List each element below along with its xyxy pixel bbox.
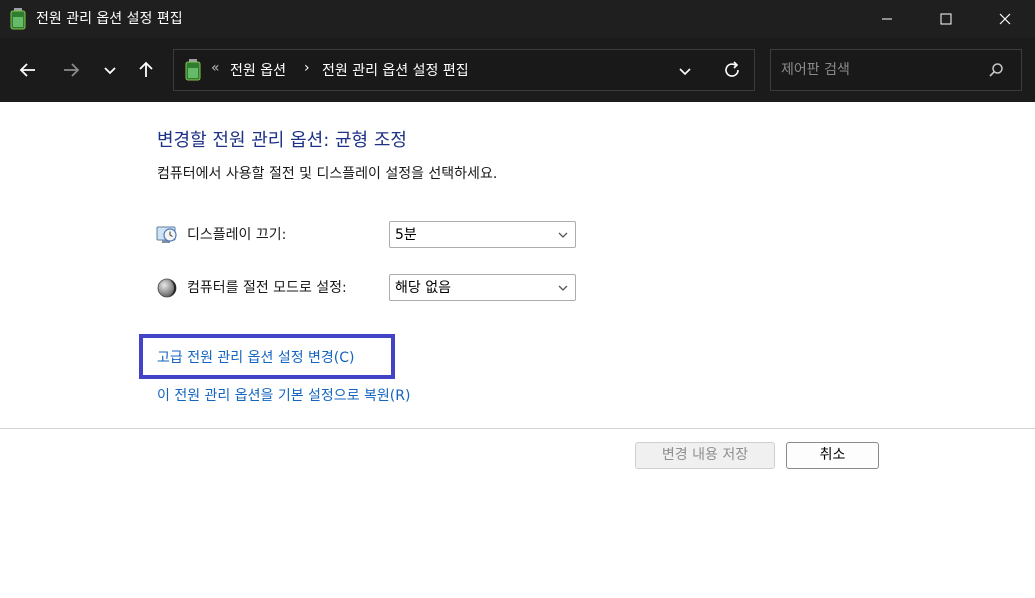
title-bar: 전원 관리 옵션 설정 편집 xyxy=(0,0,1035,38)
arrow-left-icon xyxy=(19,63,35,77)
divider xyxy=(0,428,1035,429)
address-bar[interactable]: « 전원 옵션 › 전원 관리 옵션 설정 편집 xyxy=(173,49,755,91)
chevron-down-icon xyxy=(558,232,568,238)
restore-defaults-link[interactable]: 이 전원 관리 옵션을 기본 설정으로 복원(R) xyxy=(157,386,410,406)
refresh-button[interactable] xyxy=(722,60,742,80)
moon-icon xyxy=(156,277,178,299)
save-changes-button[interactable]: 변경 내용 저장 xyxy=(635,442,775,469)
close-button[interactable] xyxy=(976,0,1034,38)
arrow-up-icon xyxy=(139,61,153,77)
page-title: 변경할 전원 관리 옵션: 균형 조정 xyxy=(157,130,407,151)
chevron-down-icon xyxy=(104,67,116,75)
sleep-value: 해당 없음 xyxy=(395,280,451,296)
breadcrumb-separator-icon[interactable]: › xyxy=(304,60,310,76)
minimize-button[interactable] xyxy=(858,0,916,38)
battery-icon xyxy=(10,8,26,30)
recent-locations-button[interactable] xyxy=(98,58,122,82)
chevron-down-icon xyxy=(679,68,691,76)
breadcrumb-overflow-icon[interactable]: « xyxy=(211,60,220,76)
display-off-value: 5분 xyxy=(395,227,417,243)
advanced-settings-link[interactable]: 고급 전원 관리 옵션 설정 변경(C) xyxy=(157,348,355,368)
address-dropdown-button[interactable] xyxy=(676,62,694,80)
arrow-right-icon xyxy=(64,63,80,77)
back-button[interactable] xyxy=(16,58,40,82)
search-icon[interactable] xyxy=(987,61,1005,79)
up-button[interactable] xyxy=(134,58,158,82)
main-content: 변경할 전원 관리 옵션: 균형 조정 컴퓨터에서 사용할 절전 및 디스플레이… xyxy=(0,102,1035,598)
refresh-icon xyxy=(725,61,739,77)
cancel-button[interactable]: 취소 xyxy=(786,442,879,469)
display-off-select[interactable]: 5분 xyxy=(389,221,576,248)
search-input[interactable] xyxy=(781,59,981,81)
window-title: 전원 관리 옵션 설정 편집 xyxy=(36,11,183,27)
sleep-select[interactable]: 해당 없음 xyxy=(389,274,576,301)
display-off-label: 디스플레이 끄기: xyxy=(187,227,287,243)
maximize-button[interactable] xyxy=(917,0,975,38)
search-box[interactable] xyxy=(770,49,1022,91)
monitor-clock-icon xyxy=(156,224,178,246)
battery-icon xyxy=(185,59,201,81)
breadcrumb-item-edit-plan[interactable]: 전원 관리 옵션 설정 편집 xyxy=(322,60,469,80)
forward-button[interactable] xyxy=(59,58,83,82)
sleep-label: 컴퓨터를 절전 모드로 설정: xyxy=(187,280,347,296)
page-description: 컴퓨터에서 사용할 절전 및 디스플레이 설정을 선택하세요. xyxy=(157,166,498,182)
breadcrumb-item-power-options[interactable]: 전원 옵션 xyxy=(230,60,286,80)
chevron-down-icon xyxy=(558,285,568,291)
navigation-bar: « 전원 옵션 › 전원 관리 옵션 설정 편집 xyxy=(0,38,1035,102)
